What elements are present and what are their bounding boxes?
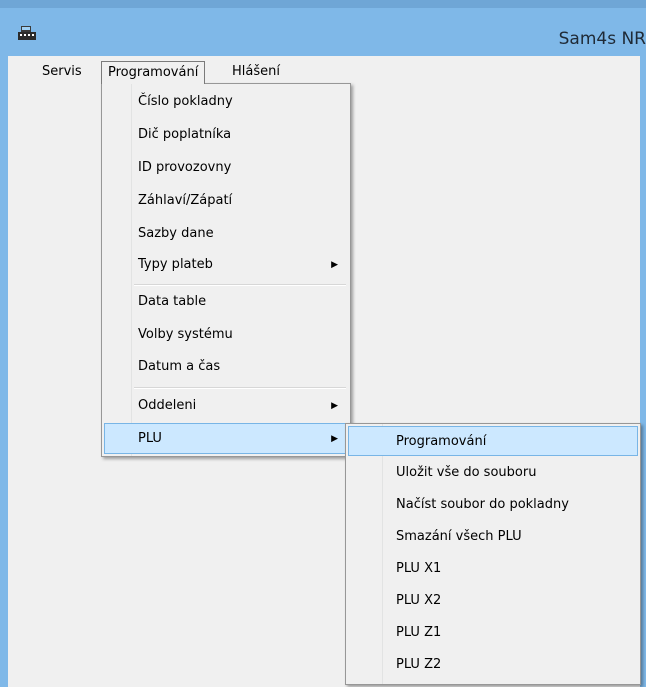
menu-item-sazby-dane[interactable]: Sazby dane	[104, 219, 348, 249]
menu-separator	[134, 284, 346, 286]
menu-item-label: Volby systému	[138, 327, 233, 342]
menu-item-dic-poplatnika[interactable]: Dič poplatníka	[104, 120, 348, 150]
submenu-arrow-icon: ▶	[331, 401, 338, 411]
submenu-arrow-icon: ▶	[331, 434, 338, 444]
menu-item-oddeleni[interactable]: Oddeleni ▶	[104, 391, 348, 421]
submenu-item-label: Načíst soubor do pokladny	[396, 497, 569, 512]
menu-item-id-provozovny[interactable]: ID provozovny	[104, 153, 348, 183]
menu-item-label: Typy plateb	[138, 257, 213, 272]
window-title: Sam4s NR	[558, 29, 646, 49]
menu-item-label: Data table	[138, 294, 207, 309]
submenu-item-label: Uložit vše do souboru	[396, 465, 537, 480]
submenu-item-smazani-vsech-plu[interactable]: Smazání všech PLU	[348, 522, 638, 552]
menu-item-datum-a-cas[interactable]: Datum a čas	[104, 352, 348, 382]
submenu-item-plu-x1[interactable]: PLU X1	[348, 554, 638, 584]
title-bar[interactable]: Sam4s NR	[0, 8, 646, 49]
menu-item-cislo-pokladny[interactable]: Číslo pokladny	[104, 87, 348, 117]
menu-item-typy-plateb[interactable]: Typy plateb ▶	[104, 250, 348, 280]
menu-item-plu[interactable]: PLU ▶	[104, 423, 348, 454]
submenu-item-programovani[interactable]: Programování	[348, 426, 638, 456]
submenu-arrow-icon: ▶	[331, 260, 338, 270]
submenu-item-label: PLU Z2	[396, 657, 442, 672]
programovani-dropdown: Číslo pokladny Dič poplatníka ID provozo…	[101, 83, 351, 457]
submenu-item-plu-z2[interactable]: PLU Z2	[348, 650, 638, 680]
submenu-item-plu-x2[interactable]: PLU X2	[348, 586, 638, 616]
menu-item-zahlavi-zapati[interactable]: Záhlaví/Zápatí	[104, 186, 348, 216]
submenu-item-label: Programování	[396, 434, 487, 449]
menu-item-label: PLU	[138, 431, 162, 446]
menu-servis[interactable]: Servis	[36, 61, 88, 84]
top-strip	[0, 0, 646, 8]
menu-item-label: Datum a čas	[138, 359, 221, 374]
menu-item-label: Dič poplatníka	[138, 127, 232, 142]
plu-submenu: Programování Uložit vše do souboru Načís…	[345, 423, 641, 685]
menu-item-volby-systemu[interactable]: Volby systému	[104, 320, 348, 350]
submenu-item-label: PLU X1	[396, 561, 442, 576]
menu-separator	[134, 387, 346, 389]
submenu-item-plu-z1[interactable]: PLU Z1	[348, 618, 638, 648]
menu-hlaseni[interactable]: Hlášení	[226, 61, 286, 84]
menu-item-data-table[interactable]: Data table	[104, 287, 348, 317]
menu-item-label: Sazby dane	[138, 226, 214, 241]
menu-item-label: ID provozovny	[138, 160, 232, 175]
submenu-item-label: PLU X2	[396, 593, 442, 608]
window-frame-left	[0, 48, 8, 687]
submenu-item-ulozit-vse[interactable]: Uložit vše do souboru	[348, 458, 638, 488]
menu-item-label: Oddeleni	[138, 398, 197, 413]
submenu-item-nacist-soubor[interactable]: Načíst soubor do pokladny	[348, 490, 638, 520]
submenu-item-label: PLU Z1	[396, 625, 442, 640]
menu-item-label: Číslo pokladny	[138, 94, 233, 109]
menu-programovani[interactable]: Programování	[101, 61, 206, 84]
cash-register-icon[interactable]	[17, 25, 37, 41]
submenu-item-label: Smazání všech PLU	[396, 529, 522, 544]
menu-item-label: Záhlaví/Zápatí	[138, 193, 233, 208]
